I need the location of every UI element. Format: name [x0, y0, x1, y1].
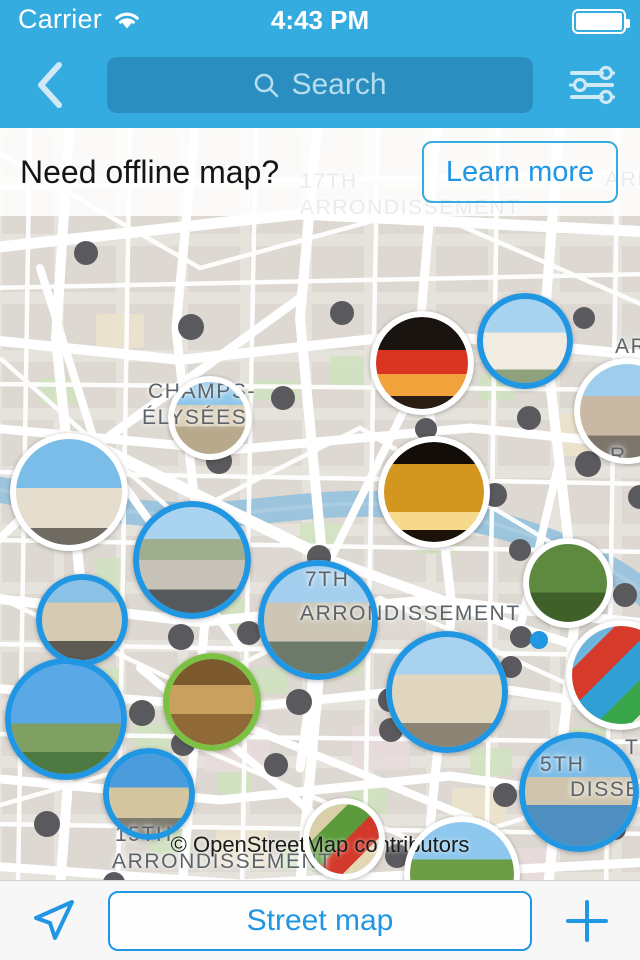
search-input[interactable]: Search — [107, 57, 533, 113]
pin-photo-image — [392, 637, 502, 747]
pin-photo-image — [525, 738, 633, 846]
pin-photo-image — [109, 754, 189, 834]
app-root: Carrier 4:43 PM Search AR CHAMPS- ÉLYSÉE… — [0, 0, 640, 960]
pin-photo-image — [410, 822, 514, 880]
pin-photo-image — [376, 317, 468, 409]
pin-photo — [410, 822, 514, 880]
map-poi-dot[interactable] — [264, 753, 288, 777]
pin-photo-image — [572, 626, 640, 724]
pin-photo — [174, 382, 246, 454]
street-map-label: Street map — [246, 903, 394, 937]
map-poi-dot[interactable] — [613, 583, 637, 607]
map-photo-pin-moulin-rouge[interactable] — [370, 311, 474, 415]
battery-fill — [576, 13, 622, 30]
navigation-arrow-icon — [34, 899, 74, 940]
navigation-bar: Search — [0, 42, 640, 128]
search-placeholder: Search — [291, 68, 387, 101]
map-poi-dot[interactable] — [74, 241, 98, 265]
pin-photo — [572, 626, 640, 724]
map-poi-dot[interactable] — [271, 386, 295, 410]
pin-photo — [169, 659, 255, 745]
map-poi-dot[interactable] — [510, 626, 532, 648]
pin-photo — [580, 364, 640, 458]
pin-photo — [11, 664, 121, 774]
offline-map-banner: Need offline map? Learn more — [0, 128, 640, 216]
pin-photo-image — [169, 659, 255, 745]
back-button[interactable] — [26, 56, 74, 114]
pin-photo-image — [42, 580, 122, 660]
pin-photo — [109, 754, 189, 834]
pin-photo-image — [580, 364, 640, 458]
map-poi-dot[interactable] — [168, 624, 194, 650]
map-poi-dot[interactable] — [178, 314, 204, 340]
chevron-left-icon — [38, 62, 62, 108]
learn-more-button[interactable]: Learn more — [422, 141, 618, 203]
filter-button[interactable] — [564, 57, 620, 113]
map-poi-dot[interactable] — [493, 783, 517, 807]
search-icon — [255, 73, 279, 98]
map-photo-pin-hotel-room[interactable] — [163, 653, 261, 751]
pin-photo-image — [139, 507, 245, 613]
map-poi-dot[interactable] — [286, 689, 312, 715]
map-photo-pin-petit-palais[interactable] — [36, 574, 128, 666]
map-photo-pin-notre-dame[interactable] — [519, 732, 639, 852]
pin-photo-image — [174, 382, 246, 454]
map-photo-pin-louvre[interactable] — [386, 631, 508, 753]
map-poi-dot[interactable] — [573, 307, 595, 329]
pin-photo-image — [483, 299, 567, 383]
map-photo-pin-parc-buttes[interactable] — [523, 538, 613, 628]
pin-photo — [483, 299, 567, 383]
plus-icon — [566, 899, 608, 942]
status-bar-clock: 4:43 PM — [270, 5, 370, 35]
pin-photo — [529, 544, 607, 622]
pin-photo — [42, 580, 122, 660]
map-photo-pin-place-concorde[interactable] — [258, 560, 378, 680]
map-photo-pin-opera-garnier[interactable] — [168, 376, 252, 460]
map-photo-pin-sacre-coeur[interactable] — [477, 293, 573, 389]
pin-photo — [16, 439, 122, 545]
add-button[interactable] — [556, 890, 618, 952]
battery-icon — [572, 9, 630, 34]
map-photo-pin-galeries-lafayette[interactable] — [378, 436, 490, 548]
map-poi-dot[interactable] — [509, 539, 531, 561]
map-photo-pin-invalides[interactable] — [103, 748, 195, 840]
status-bar-right — [572, 9, 630, 34]
app-header: Carrier 4:43 PM Search — [0, 0, 640, 128]
bottom-toolbar: Street map — [0, 880, 640, 960]
map-poi-dot[interactable] — [517, 406, 541, 430]
learn-more-label: Learn more — [445, 155, 595, 188]
pin-photo — [376, 317, 468, 409]
pin-photo-image — [384, 442, 484, 542]
sliders-icon — [569, 65, 615, 105]
map-photo-pin-market-food[interactable] — [303, 798, 385, 880]
pin-photo — [139, 507, 245, 613]
map-poi-dot[interactable] — [129, 700, 155, 726]
pin-photo-image — [11, 664, 121, 774]
pin-photo-image — [264, 566, 372, 674]
map-canvas[interactable]: 17THARRONDISSEMENTAREARROCHAMPS-ÉLYSÉESR… — [0, 128, 640, 880]
map-poi-dot[interactable] — [530, 631, 548, 649]
pin-photo — [384, 442, 484, 542]
pin-photo — [525, 738, 633, 846]
pin-photo — [392, 637, 502, 747]
pin-photo-image — [309, 804, 379, 874]
map-photo-pin-champs-elysees[interactable] — [133, 501, 251, 619]
locate-me-button[interactable] — [22, 890, 84, 952]
street-map-button[interactable]: Street map — [108, 890, 532, 951]
pin-photo — [264, 566, 372, 674]
pin-photo-image — [16, 439, 122, 545]
map-photo-pin-centre-pompidou[interactable] — [566, 620, 640, 730]
banner-title: Need offline map? — [20, 153, 280, 190]
map-photo-pin-arc-de-triomphe[interactable] — [10, 433, 128, 551]
pin-photo — [309, 804, 379, 874]
map-poi-dot[interactable] — [34, 811, 60, 837]
pin-photo-image — [529, 544, 607, 622]
status-bar: Carrier 4:43 PM — [0, 0, 640, 42]
map-photo-pin-luxembourg-garden[interactable] — [404, 816, 520, 880]
map-poi-dot[interactable] — [330, 301, 354, 325]
map-photo-pin-gare-de-lest[interactable] — [574, 358, 640, 464]
